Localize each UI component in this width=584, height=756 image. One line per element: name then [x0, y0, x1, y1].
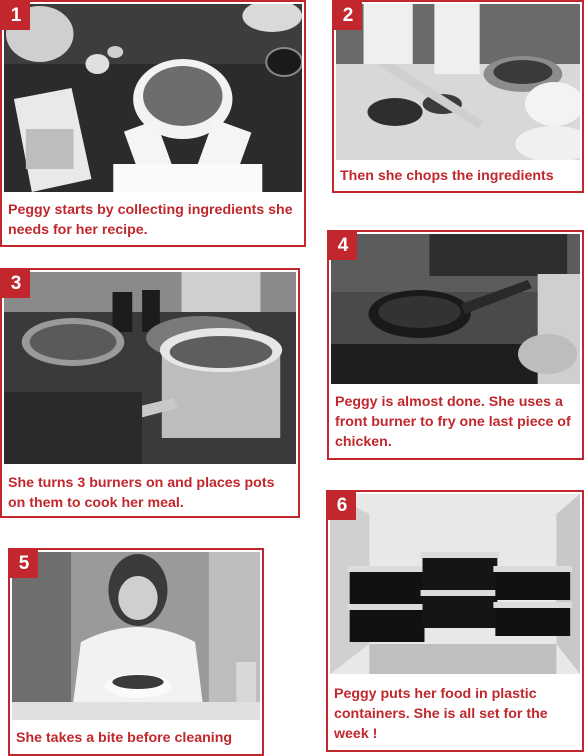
step-2-photo [336, 4, 580, 160]
step-caption: Peggy puts her food in plastic container… [334, 686, 548, 742]
step-panel-6: 6 Peggy puts her food in plastic contain… [326, 490, 584, 752]
step-panel-5: 5 She takes a bite before cleaning [8, 548, 264, 756]
step-6-photo [330, 494, 580, 674]
step-number-badge: 6 [328, 492, 356, 520]
step-number-badge: 4 [329, 232, 357, 260]
step-1-photo [4, 4, 302, 192]
step-number-badge: 3 [2, 270, 30, 298]
step-number-badge: 1 [2, 2, 30, 30]
step-caption: She turns 3 burners on and places pots o… [8, 475, 275, 511]
step-panel-1: 1 Peggy starts by collecting ingredients… [0, 0, 306, 247]
step-number-badge: 5 [10, 550, 38, 578]
step-caption: Then she chops the ingredients [340, 168, 554, 184]
step-3-photo [4, 272, 296, 464]
step-4-photo [331, 234, 580, 384]
step-panel-3: 3 She turns 3 burners on and places pots… [0, 268, 300, 518]
step-panel-2: 2 Then she chops the ingredients [332, 0, 584, 193]
step-5-photo [12, 552, 260, 720]
step-panel-4: 4 Peggy is almost done. She uses a front… [327, 230, 584, 460]
step-caption: She takes a bite before cleaning [16, 730, 233, 746]
step-caption: Peggy starts by collecting ingredients s… [8, 202, 293, 238]
step-caption: Peggy is almost done. She uses a front b… [335, 394, 571, 450]
step-number-badge: 2 [334, 2, 362, 30]
